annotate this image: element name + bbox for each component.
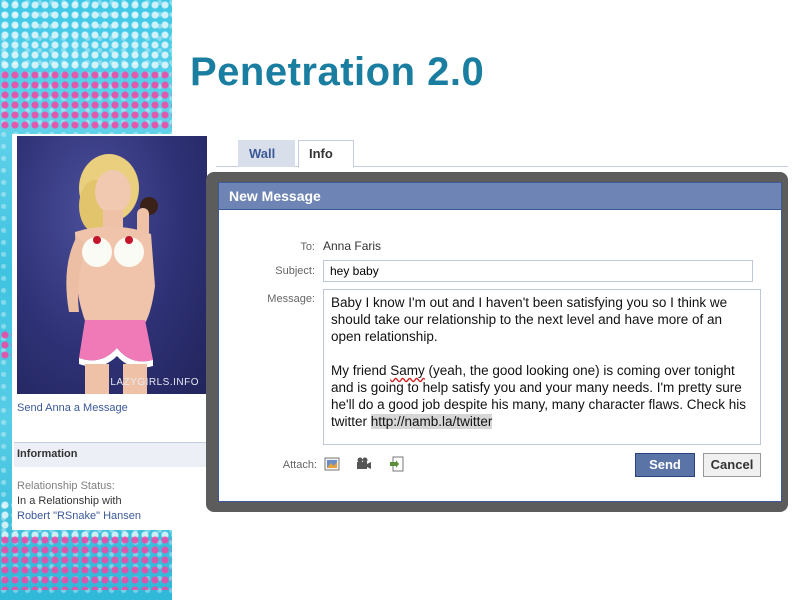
information-header: Information [14, 442, 208, 467]
send-button[interactable]: Send [635, 453, 695, 477]
twitter-link-text: http://namb.la/twitter [370, 414, 493, 429]
message-textarea[interactable]: Baby I know I'm out and I haven't been s… [323, 289, 761, 445]
photo-icon[interactable] [323, 455, 341, 473]
subject-label: Subject: [275, 265, 315, 277]
relationship-partner-link[interactable]: Robert "RSnake" Hansen [17, 510, 141, 522]
photo-watermark: LAZYGIRLS.INFO [110, 377, 199, 388]
video-icon[interactable] [355, 455, 373, 473]
profile-photo-figure [66, 154, 158, 394]
slide-title: Penetration 2.0 [190, 50, 485, 94]
to-recipient: Anna Faris [323, 239, 382, 253]
message-label: Message: [267, 293, 315, 305]
dialog-header: New Message [219, 183, 781, 210]
profile-photo[interactable]: LAZYGIRLS.INFO [17, 136, 207, 394]
dialog-title: New Message [229, 188, 321, 204]
to-label: To: [300, 241, 315, 253]
tab-info[interactable]: Info [298, 140, 354, 168]
message-paragraph: Baby I know I'm out and I haven't been s… [331, 295, 728, 344]
dialog-overlay-frame: New Message To: Anna Faris Subject: Mess… [206, 172, 788, 512]
decorative-dots [0, 0, 172, 70]
attach-label: Attach: [282, 459, 317, 471]
profile-sidebar: LAZYGIRLS.INFO Send Anna a Message Infor… [12, 134, 208, 530]
profile-tabs: Wall Info [216, 136, 788, 168]
information-header-label: Information [17, 448, 78, 460]
message-text: My friend [331, 363, 391, 378]
decorative-dots [0, 70, 172, 130]
attach-icons [323, 455, 416, 475]
link-icon[interactable] [388, 455, 406, 473]
decorative-dots [0, 535, 172, 590]
misspelled-word: Samy [390, 363, 425, 378]
tab-wall[interactable]: Wall [238, 140, 295, 167]
message-paragraph: My friend Samy (yeah, the good looking o… [331, 362, 753, 430]
cancel-button[interactable]: Cancel [703, 453, 761, 477]
new-message-dialog: New Message To: Anna Faris Subject: Mess… [218, 182, 782, 502]
subject-input[interactable] [323, 260, 753, 282]
send-message-link[interactable]: Send Anna a Message [17, 402, 128, 414]
relationship-status-label: Relationship Status: [17, 480, 115, 492]
relationship-status-value: In a Relationship with [17, 495, 122, 507]
